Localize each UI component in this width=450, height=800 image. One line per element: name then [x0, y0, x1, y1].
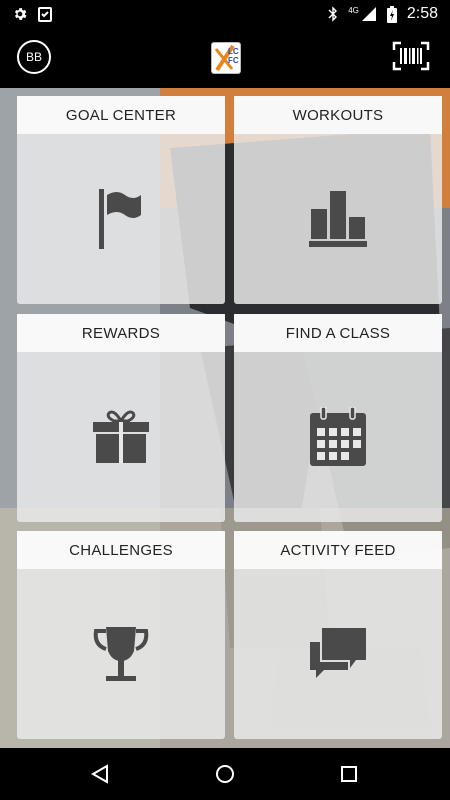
avatar-initials: BB [25, 50, 42, 64]
app-bar: BB LC FC [0, 28, 450, 88]
back-icon [90, 764, 108, 784]
trophy-icon [93, 627, 149, 681]
svg-text:LC: LC [228, 47, 239, 56]
clock: 2:58 [406, 5, 438, 22]
club-logo: LC FC [211, 42, 241, 74]
dashboard-grid: GOAL CENTER WORKOUTS REWARDS FIND A CLAS… [0, 88, 450, 748]
network-type: 4G [348, 5, 359, 15]
status-bar: 4G 2:58 [0, 0, 450, 28]
tile-title: REWARDS [17, 314, 225, 352]
recents-icon [341, 766, 357, 782]
clipboard-check-icon [38, 7, 52, 22]
tile-find-a-class[interactable]: FIND A CLASS [234, 314, 442, 522]
back-button[interactable] [87, 761, 113, 787]
chat-bubbles-icon [310, 628, 366, 678]
barcode-scan-button[interactable] [392, 41, 430, 71]
svg-text:FC: FC [228, 56, 239, 65]
bluetooth-icon [328, 6, 338, 22]
profile-avatar-button[interactable]: BB [17, 40, 51, 74]
lcfc-logo-icon: LC FC [214, 44, 239, 72]
tile-title: FIND A CLASS [234, 314, 442, 352]
tile-activity-feed[interactable]: ACTIVITY FEED [234, 531, 442, 739]
gift-icon [93, 410, 149, 463]
tile-title: ACTIVITY FEED [234, 531, 442, 569]
recents-button[interactable] [336, 761, 362, 787]
flag-icon [99, 189, 141, 249]
tile-goal-center[interactable]: GOAL CENTER [17, 96, 225, 304]
signal-icon [361, 7, 376, 21]
tile-title: GOAL CENTER [17, 96, 225, 134]
home-button[interactable] [212, 761, 238, 787]
settings-gear-icon [14, 8, 27, 20]
tile-title: WORKOUTS [234, 96, 442, 134]
battery-charging-icon [386, 5, 397, 23]
home-icon [216, 765, 234, 783]
system-nav-bar [0, 748, 450, 800]
tile-rewards[interactable]: REWARDS [17, 314, 225, 522]
tile-title: CHALLENGES [17, 531, 225, 569]
barcode-scan-icon [392, 41, 430, 71]
tile-challenges[interactable]: CHALLENGES [17, 531, 225, 739]
tile-workouts[interactable]: WORKOUTS [234, 96, 442, 304]
bar-chart-icon [309, 191, 367, 247]
calendar-icon [310, 407, 366, 466]
